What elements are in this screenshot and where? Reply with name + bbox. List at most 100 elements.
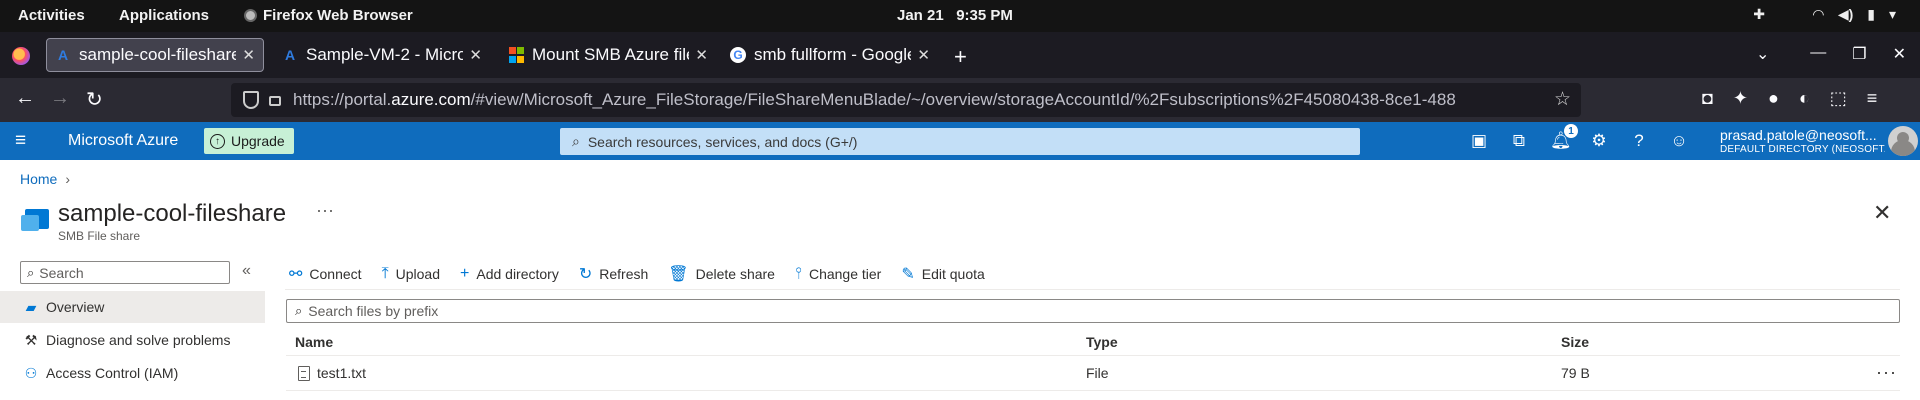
wifi-icon[interactable]: ◠ — [1813, 6, 1824, 23]
browser-tab[interactable]: G smb fullform - Google Search ✕ — [722, 38, 938, 72]
divider — [286, 355, 1900, 356]
restore-icon[interactable]: ❐ — [1852, 44, 1866, 64]
notifications-bell-icon[interactable]: 🔔︎ 1 — [1550, 124, 1578, 151]
volume-icon[interactable]: ◀) — [1838, 6, 1853, 23]
add-directory-button[interactable]: + Add directory — [460, 265, 559, 283]
upgrade-button[interactable]: ↑ Upgrade — [204, 128, 294, 154]
change-tier-label: Change tier — [808, 266, 882, 282]
battery-icon[interactable]: ▮ — [1867, 6, 1875, 23]
menu-search-input[interactable] — [39, 264, 220, 281]
file-search-input[interactable] — [308, 303, 1809, 319]
applications-menu[interactable]: Applications — [119, 7, 209, 24]
reload-icon[interactable]: ↻ — [86, 87, 103, 112]
bookmark-star-icon[interactable]: ☆ — [1554, 88, 1571, 111]
close-tab-icon[interactable]: ✕ — [242, 46, 255, 64]
table-row[interactable]: test1.txt File 79 B ··· — [286, 362, 1900, 390]
firefox-icon — [244, 9, 257, 22]
notification-count-badge: 1 — [1564, 124, 1578, 138]
plug-icon: ⚯ — [289, 266, 303, 283]
list-all-tabs-icon[interactable]: ⌄ — [1756, 44, 1769, 64]
directory-filter-icon[interactable]: ⧉ — [1510, 131, 1528, 151]
clock-date[interactable]: Jan 21 9:35 PM — [897, 7, 1013, 24]
account-menu[interactable]: prasad.patole@neosoft... DEFAULT DIRECTO… — [1720, 127, 1885, 155]
file-search-box[interactable]: ⌕ — [286, 299, 1900, 323]
url-prefix: https://portal. — [293, 90, 392, 109]
browser-tab-active[interactable]: A sample-cool-fileshare ✕ — [46, 38, 264, 72]
column-header-type[interactable]: Type — [1086, 334, 1118, 350]
breadcrumb-home-link[interactable]: Home — [20, 171, 57, 187]
delete-share-button[interactable]: 🗑︎ Delete share — [668, 264, 775, 284]
firefox-view-icon[interactable] — [12, 47, 30, 65]
close-tab-icon[interactable]: ✕ — [695, 46, 708, 64]
breadcrumb: Home › — [20, 171, 70, 187]
global-search-input[interactable] — [587, 133, 1288, 150]
refresh-icon: ↻ — [578, 266, 593, 283]
system-top-bar: Activities Applications Firefox Web Brow… — [0, 0, 1920, 32]
people-icon: ⚇ — [24, 364, 38, 381]
pocket-icon[interactable]: ◘ — [1702, 88, 1713, 109]
browser-tab[interactable]: A Sample-VM-2 - Microsoft Azure ✕ — [274, 38, 490, 72]
chevron-right-icon: › — [65, 171, 71, 187]
feedback-icon[interactable]: ☺ — [1670, 131, 1688, 151]
forward-icon[interactable]: → — [50, 87, 70, 110]
tracking-shield-icon[interactable] — [243, 91, 259, 109]
tab-label: sample-cool-fileshare — [79, 45, 237, 64]
extension-icon[interactable]: ✦ — [1733, 88, 1748, 109]
microsoft-icon — [508, 47, 524, 63]
close-tab-icon[interactable]: ✕ — [917, 46, 930, 64]
change-tier-button[interactable]: ⫯ Change tier — [795, 265, 881, 283]
column-header-size[interactable]: Size — [1561, 334, 1589, 350]
extension-puzzle-icon[interactable]: ✚ — [1753, 6, 1765, 23]
sidebar-item-diagnose[interactable]: ⚒ Diagnose and solve problems — [0, 324, 265, 356]
collapse-menu-button[interactable]: « — [242, 262, 251, 280]
close-blade-icon[interactable]: ✕ — [1873, 200, 1891, 226]
portal-menu-icon[interactable]: ≡ — [15, 130, 26, 152]
file-size: 79 B — [1561, 365, 1590, 381]
date-label: Jan 21 — [897, 7, 944, 24]
url-bar[interactable]: https://portal. azure.com/#view/Microsoft… — [231, 83, 1581, 117]
activities-button[interactable]: Activities — [18, 7, 85, 24]
extension-badge-icon[interactable]: ● — [1768, 88, 1779, 109]
help-icon[interactable]: ? — [1630, 131, 1648, 151]
browser-tab[interactable]: Mount SMB Azure file share ✕ — [500, 38, 716, 72]
url-path: /#view/Microsoft_Azure_FileStorage/FileS… — [470, 90, 1456, 109]
avatar[interactable] — [1888, 126, 1918, 156]
search-icon: ⌕ — [295, 303, 303, 318]
browser-nav-bar: ← → ↻ https://portal. azure.com/#view/Mic… — [0, 78, 1920, 122]
file-name-link[interactable]: test1.txt — [317, 365, 366, 381]
close-tab-icon[interactable]: ✕ — [469, 46, 482, 64]
window-close-icon[interactable]: ✕ — [1893, 44, 1906, 64]
file-type: File — [1086, 365, 1109, 381]
browser-tab-strip: A sample-cool-fileshare ✕ A Sample-VM-2 … — [0, 32, 1920, 78]
more-actions-button[interactable]: ··· — [316, 200, 334, 221]
menu-search-box[interactable]: ⌕ — [20, 261, 230, 284]
resource-type-subtitle: SMB File share — [58, 229, 141, 243]
lock-icon[interactable] — [269, 96, 281, 106]
refresh-button[interactable]: ↻ Refresh — [579, 264, 648, 284]
extensions-puzzle-icon[interactable]: ⬚ — [1830, 88, 1847, 109]
hamburger-menu-icon[interactable]: ≡ — [1867, 88, 1878, 109]
back-icon[interactable]: ← — [15, 87, 35, 110]
row-more-actions-icon[interactable]: ··· — [1876, 362, 1897, 383]
edit-quota-button[interactable]: ✎ Edit quota — [901, 264, 984, 284]
azure-brand-link[interactable]: Microsoft Azure — [68, 132, 178, 150]
minimize-icon[interactable]: — — [1810, 44, 1826, 64]
azure-icon: A — [284, 47, 296, 63]
fileshare-icon: ▰ — [25, 298, 37, 315]
upgrade-label: Upgrade — [231, 133, 285, 149]
new-tab-button[interactable]: + — [954, 44, 967, 70]
global-search-box[interactable]: ⌕ — [560, 128, 1360, 155]
active-app-menu[interactable]: Firefox Web Browser — [244, 7, 413, 24]
cloud-shell-icon[interactable]: ▣ — [1470, 131, 1488, 151]
connect-label: Connect — [309, 266, 362, 282]
extension-icon[interactable]: ◐ — [1799, 88, 1810, 109]
system-menu-chevron-icon[interactable]: ▾ — [1889, 6, 1896, 23]
user-name: prasad.patole@neosoft... — [1720, 127, 1877, 143]
settings-gear-icon[interactable]: ⚙ — [1590, 131, 1608, 151]
connect-button[interactable]: ⚯ Connect — [289, 264, 362, 284]
sidebar-item-access-control[interactable]: ⚇ Access Control (IAM) — [0, 357, 265, 389]
sidebar-item-overview[interactable]: ▰ Overview — [0, 291, 265, 323]
upload-button[interactable]: ⤒ Upload — [382, 265, 440, 283]
column-header-name[interactable]: Name — [295, 334, 333, 350]
thermometer-icon: ⫯ — [794, 265, 802, 282]
